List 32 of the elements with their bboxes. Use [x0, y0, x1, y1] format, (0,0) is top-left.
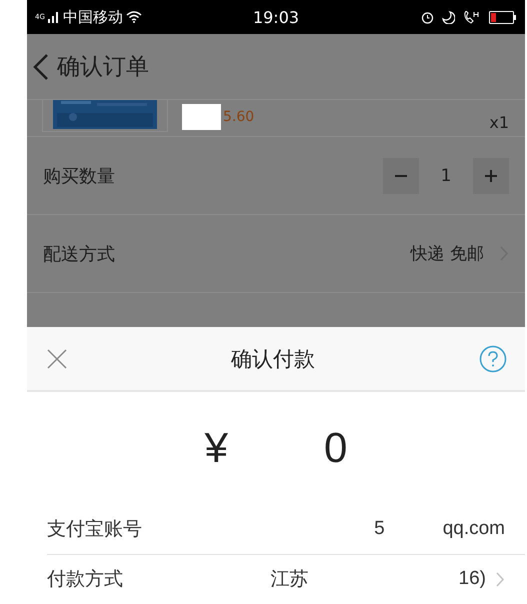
amount-prefix: ¥ — [204, 424, 228, 472]
sheet-title: 确认付款 — [230, 346, 316, 372]
page-title: 确认订单 — [57, 53, 149, 82]
row-label: 购买数量 — [43, 164, 115, 188]
row-label: 配送方式 — [43, 242, 115, 266]
moon-icon — [442, 10, 455, 24]
value-end: qq.com — [442, 518, 505, 540]
quantity-value: 1 — [440, 166, 452, 186]
value-start: 5 — [374, 518, 385, 540]
close-icon[interactable] — [47, 348, 67, 368]
chevron-icon[interactable] — [496, 572, 505, 587]
battery-icon — [489, 10, 517, 24]
alarm-icon — [421, 10, 434, 24]
row-label: 付款方式 — [47, 567, 123, 592]
wifi-icon — [126, 11, 142, 23]
phone-icon — [463, 10, 481, 24]
amount-suffix: 0 — [324, 424, 348, 472]
plus-button[interactable] — [473, 158, 509, 194]
value-end: 16) — [458, 568, 486, 590]
product-quantity: x1 — [489, 113, 509, 132]
plus-icon — [483, 168, 499, 184]
back-icon[interactable] — [33, 54, 49, 80]
help-icon[interactable] — [479, 344, 507, 372]
carrier-label: 中国移动 — [62, 8, 123, 26]
clock-time: 19:03 — [252, 8, 300, 26]
product-price: 5.60 — [223, 109, 254, 125]
minus-icon — [395, 174, 407, 176]
row-label: 支付宝账号 — [47, 516, 142, 542]
signal-icon — [48, 11, 60, 23]
shipping-value: 快递 免邮 — [410, 243, 484, 265]
redaction-block — [182, 104, 221, 130]
value-start: 江苏 — [270, 568, 309, 592]
